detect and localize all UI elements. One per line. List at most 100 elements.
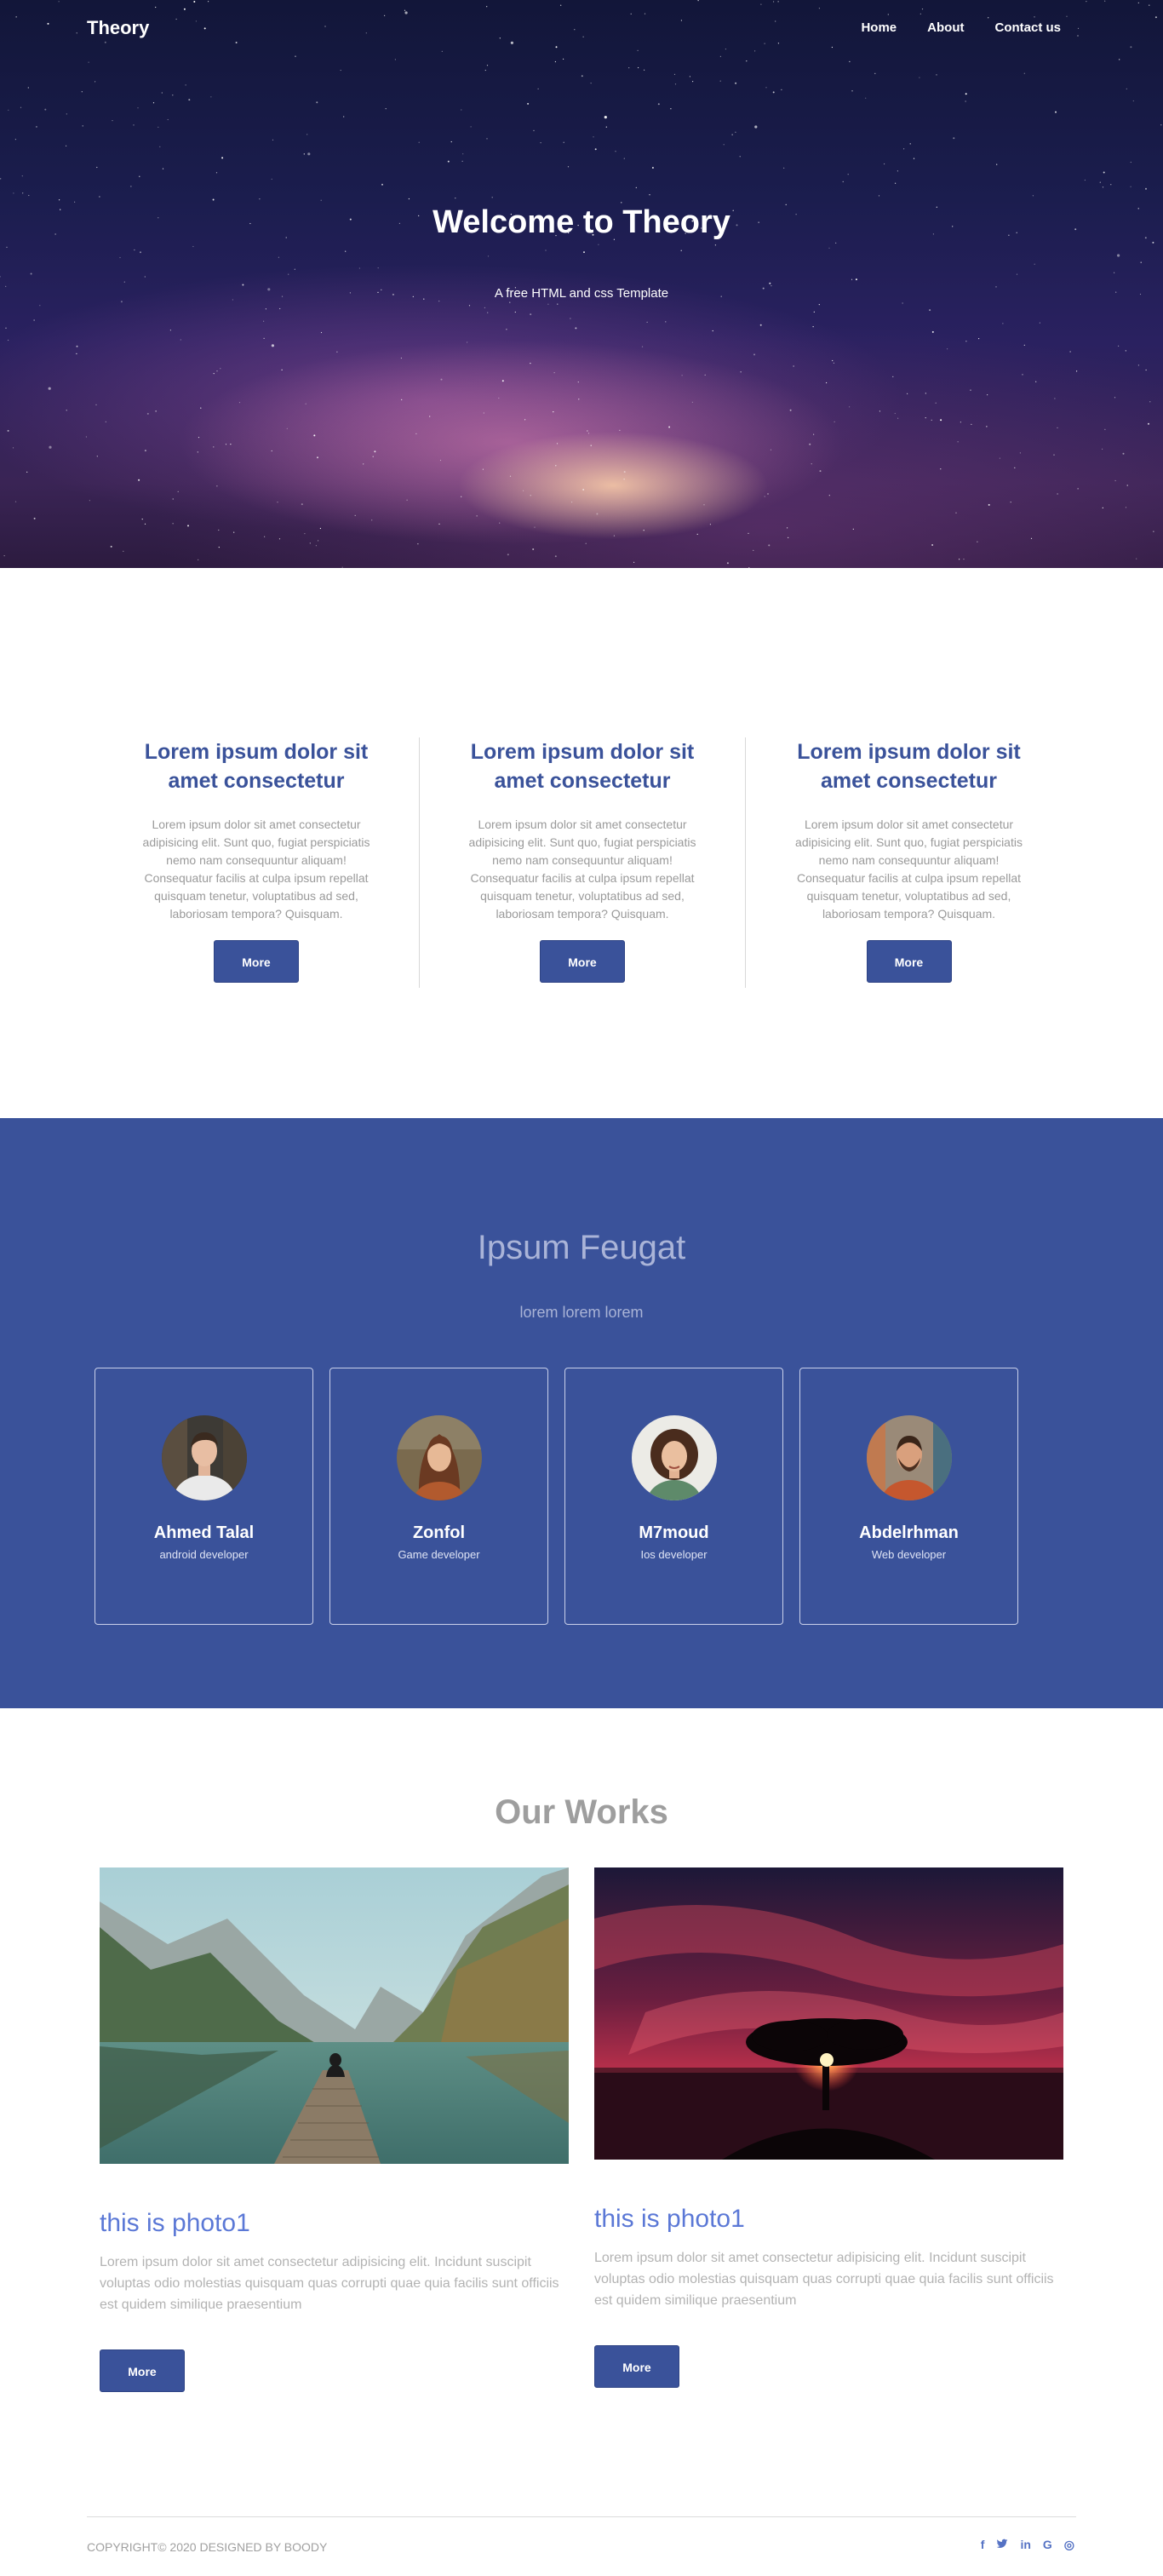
- star: [482, 468, 484, 470]
- star: [646, 321, 648, 323]
- star: [783, 167, 785, 169]
- team-card[interactable]: Zonfol Game developer: [329, 1368, 548, 1625]
- star: [936, 74, 937, 76]
- star: [649, 194, 650, 196]
- star: [818, 304, 820, 306]
- star: [343, 116, 345, 118]
- nav-link-about[interactable]: About: [927, 20, 964, 35]
- star: [748, 567, 750, 568]
- work-text: Lorem ipsum dolor sit amet consectetur a…: [594, 2251, 1054, 2308]
- star: [557, 303, 559, 305]
- facebook-icon[interactable]: f: [981, 2538, 985, 2552]
- star: [621, 202, 622, 204]
- star: [925, 417, 926, 419]
- star: [895, 182, 897, 184]
- star: [99, 196, 100, 198]
- feature-more-button[interactable]: More: [214, 940, 299, 983]
- star: [931, 330, 934, 333]
- star: [530, 495, 531, 496]
- feature-more-button[interactable]: More: [866, 940, 952, 983]
- team-card[interactable]: Abdelrhman Web developer: [799, 1368, 1018, 1625]
- star: [812, 326, 814, 328]
- star: [301, 503, 303, 506]
- star: [777, 1, 779, 3]
- star: [703, 504, 705, 506]
- star: [740, 371, 742, 373]
- avatar: [162, 1415, 247, 1500]
- star: [499, 37, 501, 39]
- brand-logo[interactable]: Theory: [87, 17, 149, 39]
- star: [381, 183, 383, 186]
- hero-section: Theory Home About Contact us Welcome to …: [0, 0, 1163, 568]
- nav-link-contact[interactable]: Contact us: [994, 20, 1061, 35]
- star: [8, 109, 9, 111]
- star: [1114, 479, 1116, 482]
- feature-more-button[interactable]: More: [540, 940, 625, 983]
- star: [623, 158, 625, 159]
- star: [192, 245, 194, 248]
- star: [406, 499, 408, 501]
- work-photo-tree[interactable]: [594, 1867, 1063, 2164]
- star: [986, 426, 988, 427]
- star: [119, 256, 121, 259]
- star: [200, 407, 202, 409]
- feature-text: Lorem ipsum dolor sit amet consectetur a…: [795, 818, 1023, 921]
- linkedin-icon[interactable]: in: [1020, 2538, 1030, 2552]
- member-name: Abdelrhman: [859, 1523, 959, 1542]
- star: [657, 103, 660, 106]
- star: [1130, 46, 1132, 49]
- star: [39, 305, 41, 307]
- nav-link-home[interactable]: Home: [861, 20, 897, 35]
- star: [524, 419, 526, 421]
- star: [6, 246, 8, 248]
- star: [903, 148, 905, 150]
- star: [203, 27, 206, 30]
- star: [1002, 323, 1004, 324]
- star: [47, 22, 49, 25]
- team-card[interactable]: Ahmed Talal android developer: [95, 1368, 313, 1625]
- star: [8, 339, 9, 341]
- star: [210, 96, 212, 98]
- star: [1030, 537, 1033, 539]
- star: [1053, 454, 1055, 456]
- star: [826, 382, 828, 384]
- feature-text: Lorem ipsum dolor sit amet consectetur a…: [142, 818, 370, 921]
- member-role: Game developer: [398, 1548, 480, 1561]
- star: [263, 320, 265, 322]
- star: [74, 201, 76, 203]
- star: [514, 311, 516, 313]
- star: [1057, 493, 1058, 495]
- star: [1077, 27, 1080, 30]
- star: [476, 515, 478, 517]
- star: [1153, 531, 1154, 532]
- work-photo-lake[interactable]: [100, 1867, 569, 2168]
- feature-column: Lorem ipsum dolor sit amet consectetur L…: [746, 737, 1072, 988]
- star: [555, 46, 558, 49]
- star: [1066, 15, 1068, 17]
- google-icon[interactable]: G: [1043, 2538, 1052, 2552]
- twitter-icon[interactable]: [996, 2538, 1008, 2552]
- star: [13, 192, 14, 194]
- star: [735, 82, 737, 84]
- work-more-button[interactable]: More: [100, 2349, 185, 2392]
- star: [754, 125, 758, 129]
- star: [404, 11, 408, 14]
- star: [35, 125, 37, 128]
- avatar: [397, 1415, 482, 1500]
- team-card[interactable]: M7moud Ios developer: [564, 1368, 783, 1625]
- star: [180, 339, 181, 341]
- star: [533, 129, 535, 131]
- star: [897, 170, 898, 172]
- star: [104, 41, 106, 43]
- star: [155, 6, 157, 9]
- star: [159, 146, 161, 147]
- work-more-button[interactable]: More: [594, 2345, 679, 2388]
- star: [309, 542, 311, 544]
- star: [909, 143, 911, 145]
- star: [978, 338, 980, 340]
- star: [358, 267, 360, 269]
- star: [560, 4, 562, 6]
- star: [809, 443, 811, 445]
- dribbble-icon[interactable]: ◎: [1064, 2538, 1074, 2552]
- star: [144, 523, 146, 525]
